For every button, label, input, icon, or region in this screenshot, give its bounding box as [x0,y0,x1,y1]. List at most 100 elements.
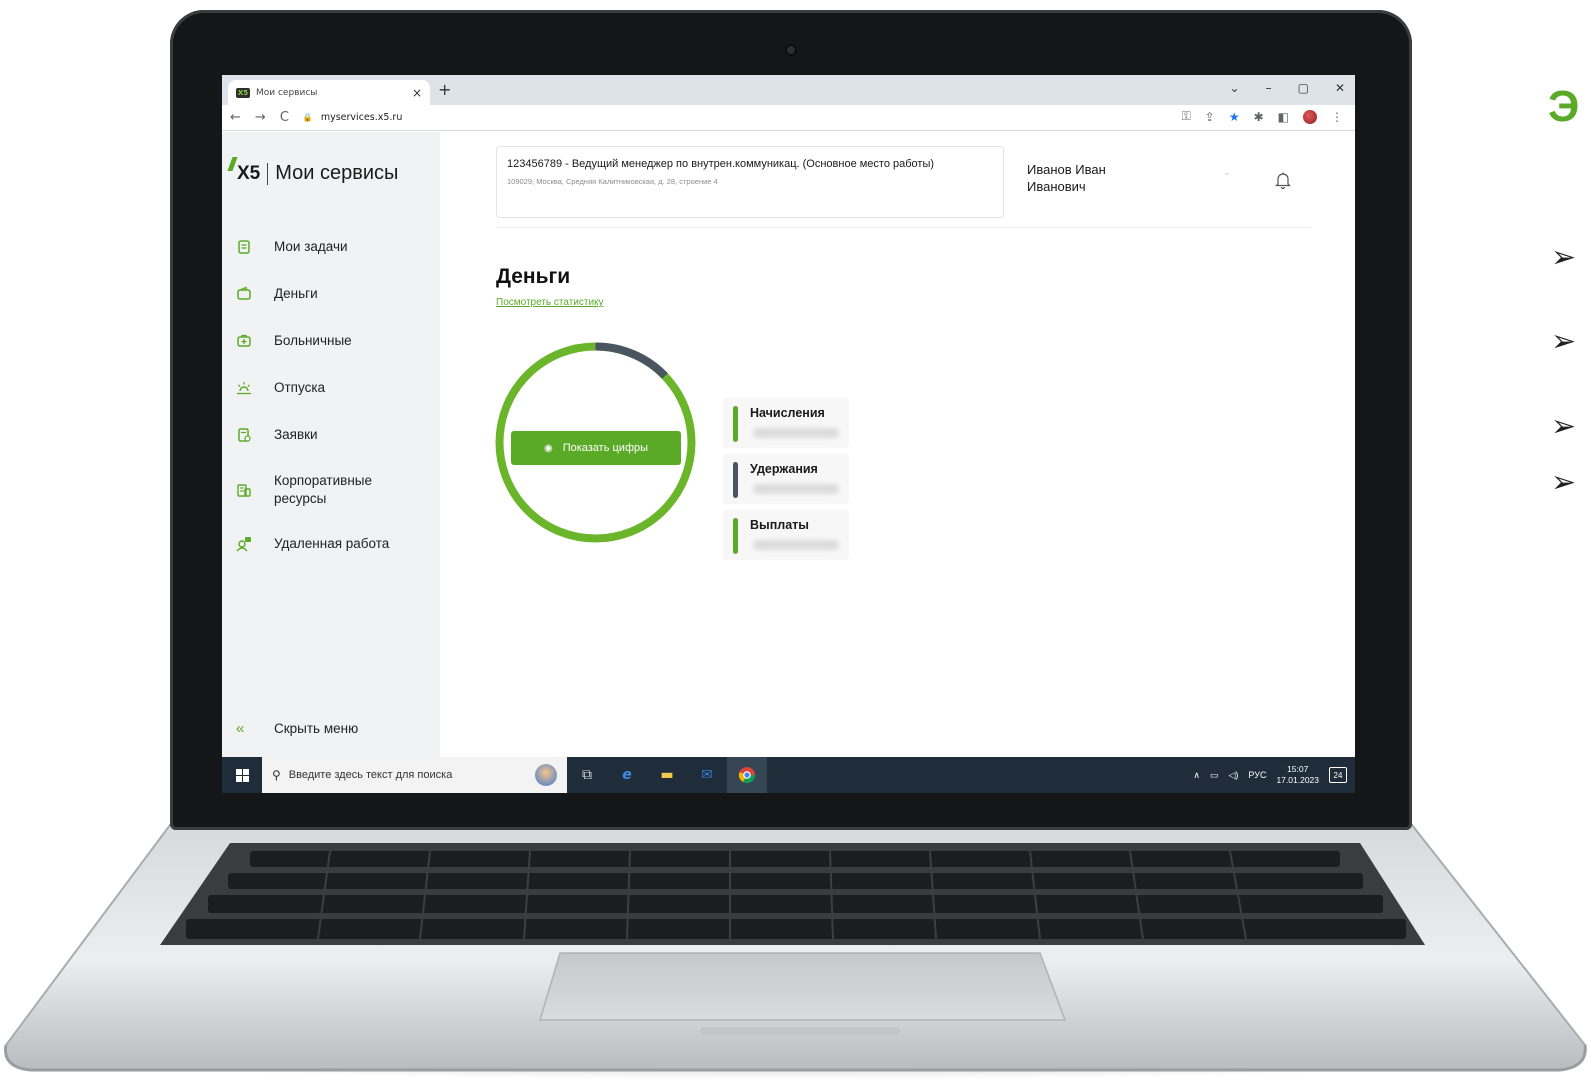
slide-heading-fragment: Э [1548,82,1580,131]
corporate-resources-icon [236,482,252,498]
taskbar-search-box[interactable]: ⚲ Введите здесь текст для поиска [262,757,567,793]
legend-payments: Выплаты [723,510,849,560]
url-text: myservices.x5.ru [320,112,403,123]
chevron-up-icon[interactable]: ∧ [1193,770,1200,781]
windows-start-button[interactable] [222,757,262,793]
browser-tab[interactable]: X5 Мои сервисы × [228,80,430,105]
windows-logo-icon [235,768,249,782]
user-name[interactable]: Иванов Иван Иванович [1027,162,1147,196]
tab-close-icon[interactable]: × [412,86,422,100]
donut-deductions-segment [595,342,668,379]
close-window-button[interactable]: ✕ [1335,81,1345,95]
bullet-arrow-icon: ➢ [1551,240,1577,275]
outlook-icon[interactable]: ✉ [687,757,727,793]
hide-menu-button[interactable]: « Скрыть меню [236,720,358,737]
bell-icon[interactable] [1273,170,1293,190]
wallet-icon [236,286,252,302]
medical-case-icon [236,333,252,349]
battery-icon[interactable]: ▭ [1210,770,1219,781]
position-address: 109029, Москва, Средняя Калитниковская, … [507,176,718,186]
legend-bar [733,518,738,554]
url-field[interactable]: 🔒 myservices.x5.ru [303,112,402,123]
sidebar-item-corporate-resources[interactable]: Корпоративные ресурсы [236,472,436,508]
legend-bar [733,406,738,442]
sidebar-item-vacation[interactable]: Отпуска [236,379,436,397]
side-panel-icon[interactable]: ◧ [1278,110,1289,124]
new-tab-button[interactable]: + [438,80,451,99]
sidebar-item-requests[interactable]: Заявки [236,426,436,444]
header-divider [496,227,1311,228]
legend-label: Удержания [750,462,818,476]
windows-taskbar: ⚲ Введите здесь текст для поиска ⧉ e ▬ ✉… [222,757,1355,793]
legend-accruals: Начисления [723,398,849,448]
position-title: 123456789 - Ведущий менеджер по внутрен.… [507,158,935,170]
reload-icon[interactable]: C [280,110,289,125]
back-arrow-icon[interactable]: ← [230,110,241,125]
tasks-icon [236,239,252,255]
remote-work-icon [236,536,252,552]
request-icon [236,427,252,443]
logo[interactable]: X5 Мои сервисы [230,162,398,185]
task-view-icon[interactable]: ⧉ [567,757,607,793]
bullet-arrow-icon: ➢ [1551,324,1577,359]
sidebar-item-remote-work[interactable]: Удаленная работа [236,535,436,553]
sidebar-item-label: Заявки [274,427,318,442]
main-content: 123456789 - Ведущий менеджер по внутрен.… [440,132,1355,757]
language-indicator[interactable]: РУС [1248,770,1266,780]
browser-tabbar: X5 Мои сервисы × + ⌄ – ▢ ✕ [222,75,1355,105]
clock-date: 17.01.2023 [1276,775,1319,785]
search-icon: ⚲ [272,768,281,782]
show-numbers-button[interactable]: ◉ Показать цифры [511,431,681,465]
legend-bar [733,462,738,498]
sidebar-item-label: Отпуска [274,380,326,395]
sidebar-item-tasks[interactable]: Мои задачи [236,238,436,256]
sidebar-item-sick-leave[interactable]: Больничные [236,332,436,350]
sidebar-item-label: Корпоративные ресурсы [274,473,372,507]
hidden-amount [753,540,839,550]
sidebar-item-money[interactable]: Деньги [236,285,436,303]
legend-label: Начисления [750,406,825,420]
x5-favicon-icon: X5 [236,87,250,98]
bullet-arrow-icon: ➢ [1551,465,1577,500]
key-icon[interactable]: ⚿ [1182,109,1191,124]
app-name: Мои сервисы [275,162,399,184]
chrome-icon[interactable] [727,757,767,793]
sidebar-item-label: Больничные [274,333,352,348]
chevron-down-icon[interactable]: ⌄ [1223,168,1231,178]
lock-icon: 🔒 [302,113,313,122]
cortana-icon[interactable] [535,764,557,786]
page-title: Деньги [496,265,571,288]
clock-time: 15:07 [1287,763,1309,774]
x5-logo-mark: X5 [230,163,260,185]
hidden-amount [753,484,839,494]
profile-avatar-icon[interactable] [1303,109,1317,124]
file-explorer-icon[interactable]: ▬ [647,757,687,793]
more-menu-icon[interactable]: ⋮ [1331,110,1343,124]
forward-arrow-icon[interactable]: → [255,110,266,125]
camera-icon [785,44,797,56]
browser-extension-icons: ⚿ ⇪ ★ ✱ ◧ ⋮ [1182,109,1343,124]
window-controls: ⌄ – ▢ ✕ [1230,81,1345,95]
show-numbers-label: Показать цифры [562,442,649,454]
share-icon[interactable]: ⇪ [1205,110,1215,124]
position-selector[interactable]: 123456789 - Ведущий менеджер по внутрен.… [496,146,1004,218]
bullet-arrow-icon: ➢ [1551,409,1577,444]
system-tray: ∧ ▭ ◁) РУС 15:07 17.01.2023 24 [1193,757,1347,793]
bookmark-star-icon[interactable]: ★ [1229,110,1240,124]
clock[interactable]: 15:07 17.01.2023 [1276,764,1319,786]
hide-menu-label: Скрыть меню [274,721,359,736]
notifications-badge[interactable]: 24 [1329,767,1347,783]
tab-search-dropdown-icon[interactable]: ⌄ [1230,81,1240,95]
extensions-puzzle-icon[interactable]: ✱ [1254,110,1264,124]
logo-divider [267,162,269,185]
hidden-amount [753,428,839,438]
edge-icon[interactable]: e [607,757,647,793]
volume-icon[interactable]: ◁) [1229,770,1239,781]
maximize-button[interactable]: ▢ [1298,81,1309,95]
browser-addressbar: ← → C 🔒 myservices.x5.ru ⚿ ⇪ ★ ✱ ◧ ⋮ [222,105,1355,131]
laptop-base [4,824,1587,1072]
minimize-button[interactable]: – [1266,81,1272,95]
sidebar-item-label: Мои задачи [274,239,348,254]
view-statistics-link[interactable]: Посмотреть статистику [496,297,604,308]
eye-off-icon: ◉ [543,442,553,454]
